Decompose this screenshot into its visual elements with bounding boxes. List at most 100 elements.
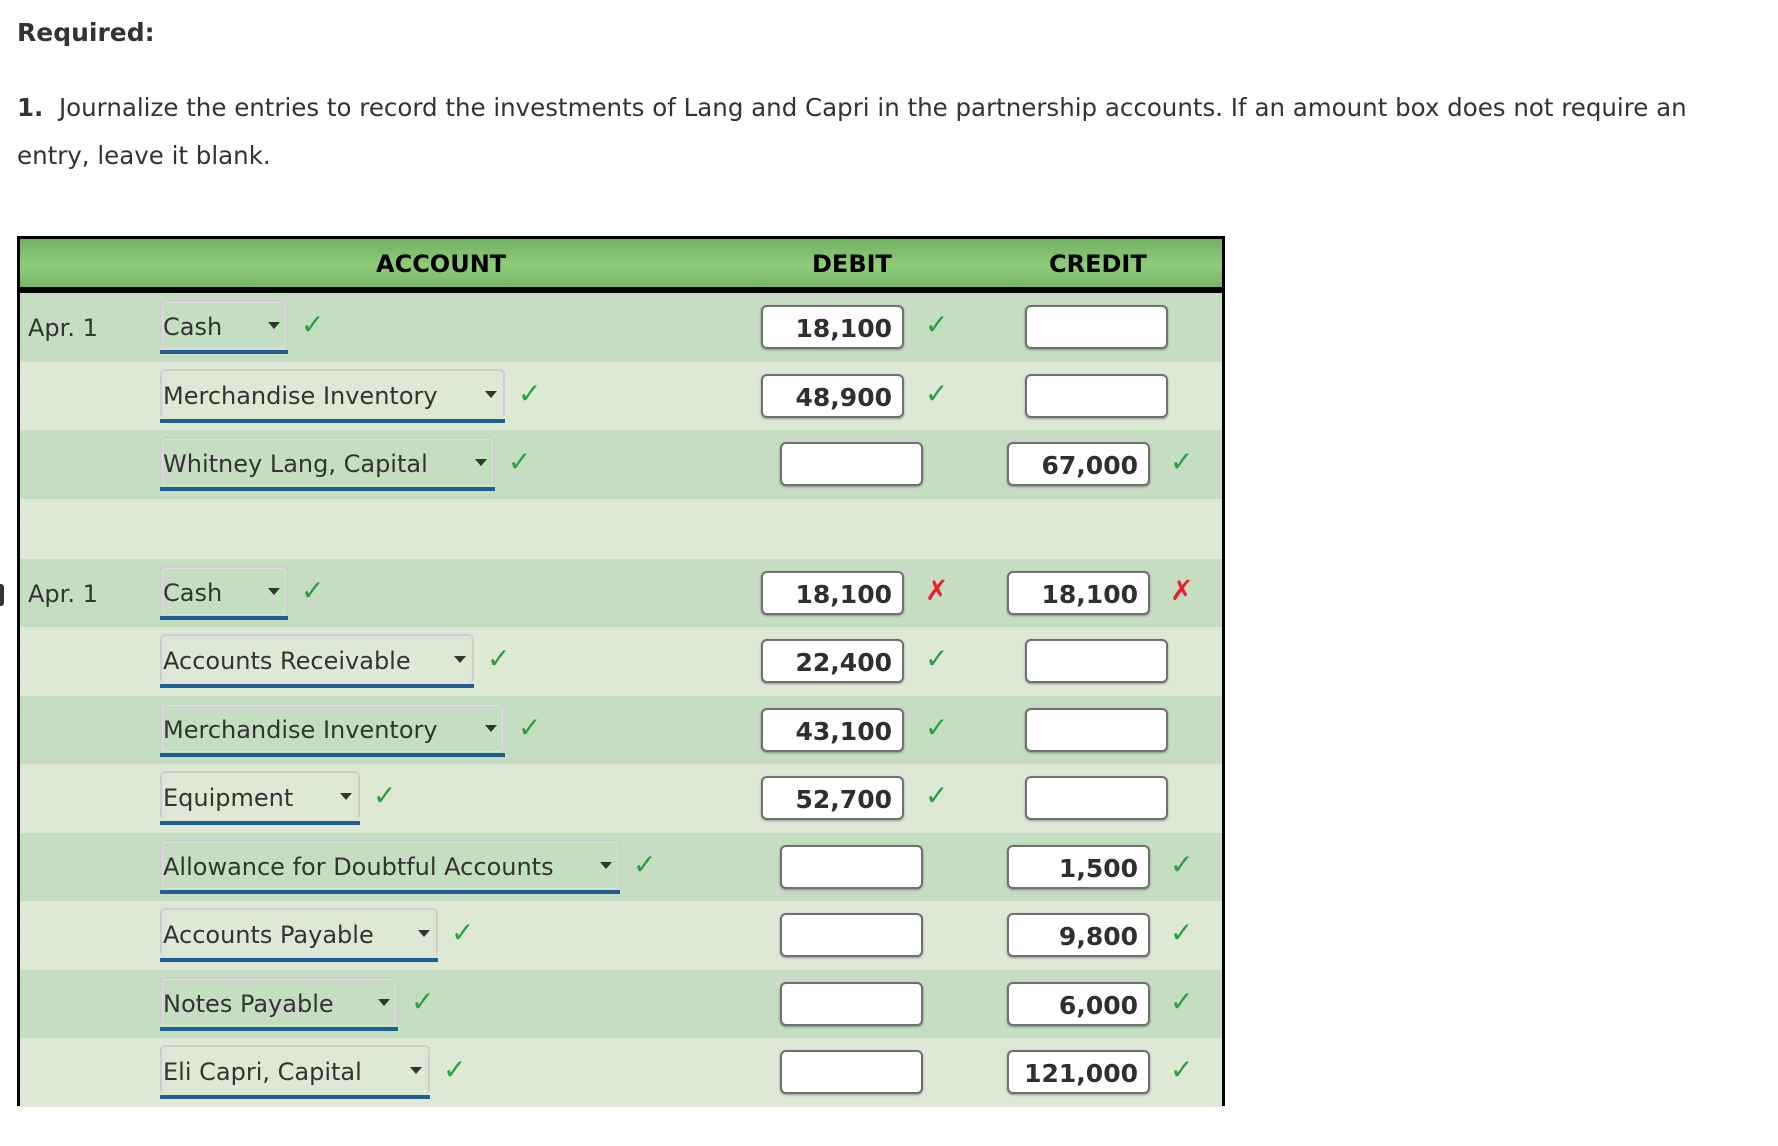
select-underline — [160, 889, 620, 894]
check-icon: ✓ — [633, 847, 657, 881]
chevron-down-icon — [340, 793, 352, 800]
check-icon: ✓ — [443, 1053, 467, 1086]
check-icon: ✓ — [451, 916, 475, 949]
credit-input[interactable]: 6,000 — [1007, 981, 1150, 1026]
select-underline — [160, 615, 288, 620]
chevron-down-icon — [485, 390, 497, 398]
account-select[interactable]: Cash — [160, 565, 288, 620]
credit-input[interactable] — [1025, 776, 1168, 820]
debit-input[interactable]: 52,700 — [761, 776, 904, 820]
journal-row: Notes Payable ✓ 6,000 ✓ — [20, 969, 1222, 1038]
debit-input[interactable] — [780, 1050, 923, 1094]
credit-input[interactable]: 67,000 — [1007, 442, 1150, 486]
credit-input[interactable]: 9,800 — [1007, 913, 1150, 957]
account-select-value: Cash — [163, 313, 223, 341]
account-select-value: Allowance for Doubtful Accounts — [163, 852, 554, 881]
check-icon: ✓ — [925, 376, 949, 410]
journal-row: Apr. 1 Cash ✓ 18,100 ✗ 18,100 ✗ — [20, 558, 1222, 627]
left-edge-marker — [0, 584, 4, 606]
account-select-value: Cash — [163, 578, 223, 607]
account-select[interactable]: Equipment — [160, 771, 360, 825]
select-underline — [160, 958, 438, 962]
account-select[interactable]: Accounts Receivable — [160, 634, 474, 688]
account-select[interactable]: Merchandise Inventory — [160, 702, 505, 757]
credit-input[interactable]: 121,000 — [1007, 1050, 1150, 1094]
check-icon: ✓ — [1170, 1053, 1194, 1086]
chevron-down-icon — [485, 724, 497, 732]
credit-input[interactable]: 1,500 — [1007, 844, 1150, 889]
journal-row: Merchandise Inventory ✓ 43,100 ✓ — [20, 695, 1222, 764]
check-icon: ✓ — [1170, 445, 1194, 478]
check-icon: ✓ — [508, 445, 532, 478]
check-icon: ✓ — [1170, 984, 1194, 1018]
check-icon: ✓ — [518, 376, 542, 410]
select-underline — [160, 487, 495, 491]
account-select[interactable]: Cash — [160, 300, 288, 354]
spacer-row — [20, 498, 1222, 559]
select-underline — [160, 821, 360, 825]
journal-row: Allowance for Doubtful Accounts ✓ 1,500 ✓ — [20, 832, 1222, 901]
debit-input[interactable]: 22,400 — [761, 639, 904, 683]
table-header: ACCOUNT DEBIT CREDIT — [20, 239, 1222, 293]
credit-input[interactable]: 18,100 — [1007, 570, 1150, 615]
select-underline — [160, 684, 474, 688]
chevron-down-icon — [454, 656, 466, 663]
account-select[interactable]: Whitney Lang, Capital — [160, 437, 495, 491]
account-select[interactable]: Notes Payable — [160, 976, 398, 1031]
credit-input[interactable] — [1025, 373, 1168, 418]
journal-row: Accounts Receivable ✓ 22,400 ✓ — [20, 627, 1222, 696]
check-icon: ✓ — [411, 984, 435, 1018]
chevron-down-icon — [378, 998, 390, 1006]
check-icon: ✓ — [925, 710, 949, 744]
header-account: ACCOUNT — [376, 250, 507, 278]
instruction-number: 1. — [17, 93, 44, 122]
credit-input[interactable] — [1025, 639, 1168, 683]
credit-input[interactable] — [1025, 305, 1168, 349]
account-select-value: Equipment — [163, 784, 294, 812]
chevron-down-icon — [268, 587, 280, 595]
debit-input[interactable] — [780, 913, 923, 957]
debit-input[interactable]: 48,900 — [761, 373, 904, 418]
check-icon: ✓ — [487, 642, 511, 675]
check-icon: ✓ — [301, 308, 325, 341]
debit-input[interactable] — [780, 442, 923, 486]
account-select-value: Merchandise Inventory — [163, 381, 438, 410]
account-select-value: Accounts Payable — [163, 921, 374, 949]
entry-date: Apr. 1 — [28, 314, 98, 342]
journal-table: ACCOUNT DEBIT CREDIT Apr. 1 Cash ✓ 18,100… — [17, 236, 1225, 1107]
account-select-value: Whitney Lang, Capital — [163, 450, 428, 478]
journal-row: Apr. 1 Cash ✓ 18,100 ✓ — [20, 293, 1222, 362]
journal-row: Accounts Payable ✓ 9,800 ✓ — [20, 901, 1222, 970]
account-select-value: Eli Capri, Capital — [163, 1058, 362, 1086]
chevron-down-icon — [268, 322, 280, 329]
check-icon: ✓ — [1170, 847, 1194, 881]
account-select-value: Notes Payable — [163, 989, 334, 1018]
journal-row: Eli Capri, Capital ✓ 121,000 ✓ — [20, 1038, 1222, 1107]
check-icon: ✓ — [925, 779, 949, 812]
debit-input[interactable]: 18,100 — [761, 305, 904, 349]
account-select[interactable]: Merchandise Inventory — [160, 368, 505, 423]
select-underline — [160, 350, 288, 354]
x-icon: ✗ — [1170, 573, 1194, 607]
chevron-down-icon — [475, 459, 487, 466]
debit-input[interactable]: 18,100 — [761, 570, 904, 615]
check-icon: ✓ — [518, 710, 542, 744]
instruction-text: 1. Journalize the entries to record the … — [17, 84, 1767, 180]
entry-date: Apr. 1 — [28, 579, 98, 608]
account-select[interactable]: Eli Capri, Capital — [160, 1045, 430, 1099]
chevron-down-icon — [418, 930, 430, 937]
chevron-down-icon — [600, 861, 612, 869]
debit-input[interactable]: 43,100 — [761, 707, 904, 752]
x-icon: ✗ — [925, 573, 949, 607]
debit-input[interactable] — [780, 981, 923, 1026]
account-select-value: Merchandise Inventory — [163, 715, 438, 744]
account-select[interactable]: Accounts Payable — [160, 908, 438, 962]
required-heading: Required: — [17, 18, 155, 47]
debit-input[interactable] — [780, 844, 923, 889]
header-credit: CREDIT — [1049, 250, 1147, 278]
select-underline — [160, 1095, 430, 1099]
account-select[interactable]: Allowance for Doubtful Accounts — [160, 839, 620, 894]
select-underline — [160, 1026, 398, 1031]
credit-input[interactable] — [1025, 707, 1168, 752]
header-debit: DEBIT — [812, 250, 892, 278]
